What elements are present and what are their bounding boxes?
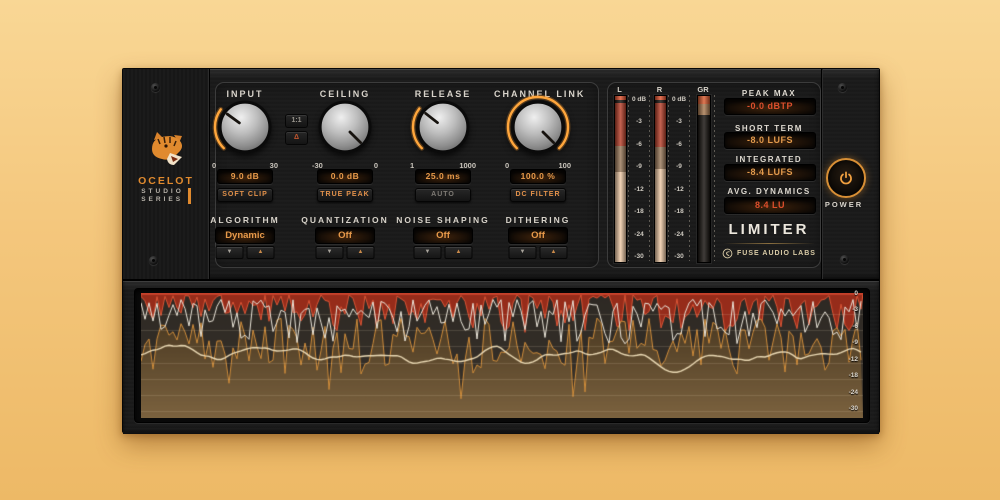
meter-scale-right: 0 dB -3 -6 -9 -12 -18 -24 -30	[668, 95, 690, 261]
meter-bar-right	[654, 95, 667, 263]
meter-scale-left: 0 dB -3 -6 -9 -12 -18 -24 -30	[628, 95, 650, 261]
algorithm-label: ALGORITHM	[210, 215, 280, 225]
avg-dynamics-label: AVG. DYNAMICS	[727, 187, 811, 196]
quantization-selector[interactable]: Off	[315, 227, 375, 244]
brand-panel: OCELOT STUDIO SERIES	[123, 69, 210, 279]
quantization-step-up-button[interactable]: ▲	[346, 246, 375, 259]
avg-dynamics-value: 8.4 LU	[724, 197, 816, 214]
dithering-step-down-button[interactable]: ▼	[508, 246, 537, 259]
dithering-section: DITHERING Off ▼ ▲	[494, 69, 582, 279]
desktop-background: OCELOT STUDIO SERIES INPUT 0 30 9.0 dB S…	[0, 0, 1000, 500]
screw-icon	[838, 83, 847, 92]
waveform-canvas	[141, 293, 863, 418]
brand-sub-line2: SERIES	[141, 196, 184, 203]
brand-subtitle: STUDIO SERIES	[123, 188, 209, 204]
algorithm-selector[interactable]: Dynamic	[215, 227, 275, 244]
vendor-name: FUSE AUDIO LABS	[737, 250, 816, 257]
divider	[723, 243, 815, 244]
power-label: POWER	[824, 200, 864, 209]
waveform-display	[134, 288, 870, 423]
noise-shaping-step-up-button[interactable]: ▲	[444, 246, 473, 259]
power-icon	[840, 171, 852, 185]
dithering-selector[interactable]: Off	[508, 227, 568, 244]
brand-accent-bar	[187, 188, 191, 204]
brand-sub-line1: STUDIO	[141, 188, 184, 195]
noise-shaping-step-down-button[interactable]: ▼	[413, 246, 442, 259]
quantization-section: QUANTIZATION Off ▼ ▲	[301, 69, 389, 279]
power-button[interactable]	[826, 158, 866, 198]
waveform-scale: 0 -3 -6 -9 -12 -18 -24 -30	[848, 290, 858, 412]
meter-bar-left	[614, 95, 627, 263]
peak-max-label: PEAK MAX	[741, 89, 797, 98]
algorithm-step-down-button[interactable]: ▼	[215, 246, 244, 259]
quantization-step-down-button[interactable]: ▼	[315, 246, 344, 259]
short-term-value: -8.0 LUFS	[724, 132, 816, 149]
integrated-label: INTEGRATED	[735, 155, 803, 164]
plugin-name: LIMITER	[728, 221, 810, 238]
algorithm-step-up-button[interactable]: ▲	[246, 246, 275, 259]
noise-shaping-label: NOISE SHAPING	[396, 215, 490, 225]
screw-icon	[149, 256, 158, 265]
brand-title: OCELOT	[138, 175, 194, 187]
dithering-step-up-button[interactable]: ▲	[539, 246, 568, 259]
meter-l-label: L	[617, 85, 622, 94]
waveform-rack: 0 -3 -6 -9 -12 -18 -24 -30	[123, 279, 879, 434]
algorithm-section: ALGORITHM Dynamic ▼ ▲	[201, 69, 289, 279]
control-rack: OCELOT STUDIO SERIES INPUT 0 30 9.0 dB S…	[123, 69, 879, 279]
peak-max-value: -0.0 dBTP	[724, 98, 816, 115]
fuse-audio-labs-logo: FUSE AUDIO LABS	[709, 248, 829, 259]
screw-icon	[151, 83, 160, 92]
screw-icon	[840, 255, 849, 264]
vendor-icon	[722, 248, 733, 259]
meter-r-label: R	[656, 85, 663, 94]
dithering-label: DITHERING	[505, 215, 571, 225]
quantization-label: QUANTIZATION	[301, 215, 389, 225]
integrated-value: -8.4 LUFS	[724, 164, 816, 181]
ocelot-tiger-icon	[144, 129, 188, 178]
noise-shaping-selector[interactable]: Off	[413, 227, 473, 244]
noise-shaping-section: NOISE SHAPING Off ▼ ▲	[396, 69, 490, 279]
limiter-plugin-window: OCELOT STUDIO SERIES INPUT 0 30 9.0 dB S…	[122, 68, 880, 434]
